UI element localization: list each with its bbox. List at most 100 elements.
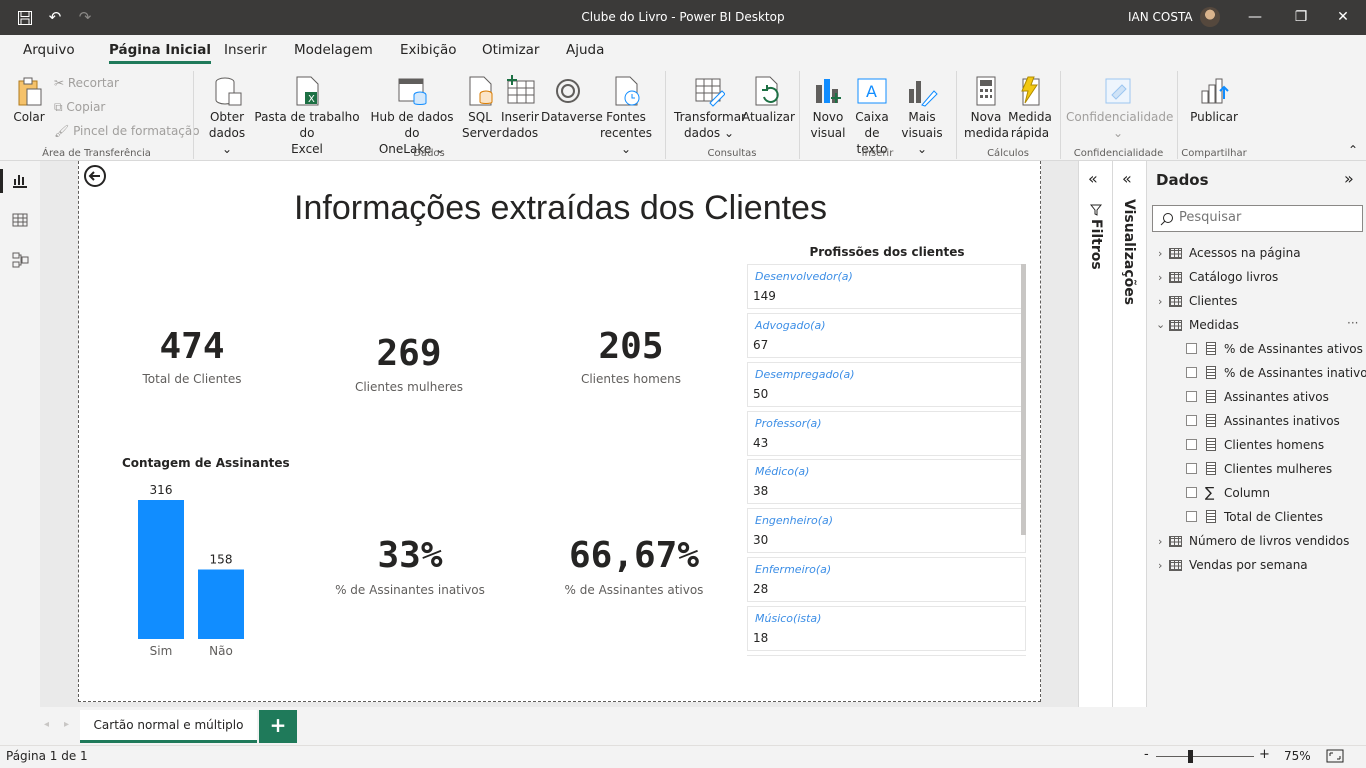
collapse-filters-icon[interactable]: «: [1088, 169, 1098, 188]
inserir-dados-button[interactable]: Inserir dados: [500, 75, 540, 141]
field-checkbox[interactable]: [1186, 367, 1197, 378]
chevron-right-icon[interactable]: ›: [1158, 559, 1162, 572]
atualizar-button[interactable]: Atualizar: [742, 75, 795, 125]
menu-otimizar[interactable]: Otimizar: [482, 42, 539, 58]
ribbon-divider: [665, 71, 666, 159]
menu-arquivo[interactable]: Arquivo: [23, 42, 75, 58]
user-name[interactable]: IAN COSTA: [1128, 10, 1193, 24]
professions-multirow-card[interactable]: Desenvolvedor(a) 149 Advogado(a) 67 Desemp…: [747, 264, 1029, 664]
menu-ajuda[interactable]: Ajuda: [566, 42, 604, 58]
title-bar: ↶ ↷ Clube do Livro - Power BI Desktop IA…: [0, 0, 1366, 35]
transformar-label-2: dados: [683, 126, 721, 140]
recortar-button[interactable]: ✂ Recortar: [54, 76, 119, 90]
chevron-right-icon[interactable]: ›: [1158, 295, 1162, 308]
colar-button[interactable]: Colar: [10, 75, 48, 125]
data-pane-title: Dados: [1156, 171, 1209, 189]
group-inserir: Inserir: [861, 148, 894, 159]
bar-não[interactable]: [198, 569, 244, 640]
tab-scroll-right-icon[interactable]: ▸: [64, 719, 69, 730]
novo-visual-button[interactable]: Novo visual: [810, 75, 846, 141]
minimize-icon[interactable]: —: [1232, 0, 1278, 35]
table-view-icon[interactable]: [10, 211, 30, 231]
more-visuals-icon: [906, 75, 938, 107]
profession-row: Enfermeiro(a) 28: [747, 557, 1026, 602]
copiar-button[interactable]: ⧉ Copiar: [54, 100, 105, 115]
field-table-medidas[interactable]: Medidas: [1189, 318, 1239, 332]
menu-modelagem[interactable]: Modelagem: [294, 42, 373, 58]
visualizations-pane[interactable]: « Visualizações: [1112, 161, 1146, 745]
add-page-button[interactable]: +: [259, 710, 297, 743]
field-table[interactable]: Acessos na página: [1189, 246, 1301, 260]
field-measure[interactable]: Clientes mulheres: [1224, 462, 1332, 476]
field-checkbox[interactable]: [1186, 343, 1197, 354]
confidencialidade-button[interactable]: Confidencialidade ⌄: [1066, 75, 1173, 141]
sql-label-2: Server: [462, 126, 502, 140]
collapse-visualizations-icon[interactable]: «: [1122, 169, 1132, 188]
fontes-recentes-button[interactable]: Fontes recentes ⌄: [598, 75, 654, 157]
field-checkbox[interactable]: [1186, 439, 1197, 450]
field-measure[interactable]: Clientes homens: [1224, 438, 1324, 452]
pasta-excel-button[interactable]: X Pasta de trabalho do Excel: [252, 75, 362, 157]
field-checkbox[interactable]: [1186, 487, 1197, 498]
back-arrow-icon[interactable]: [83, 164, 107, 192]
field-table[interactable]: Catálogo livros: [1189, 270, 1278, 284]
collapse-ribbon-icon[interactable]: ⌃: [1348, 143, 1358, 157]
ribbon: Colar ✂ Recortar ⧉ Copiar 🖌 Pincel de fo…: [0, 65, 1366, 161]
filters-pane[interactable]: « Filtros: [1078, 161, 1112, 707]
hub-onelake-button[interactable]: Hub de dados do OneLake ⌄: [364, 75, 460, 157]
field-checkbox[interactable]: [1186, 391, 1197, 402]
tab-scroll-left-icon[interactable]: ◂: [44, 719, 49, 730]
field-measure[interactable]: % de Assinantes inativos: [1224, 366, 1366, 380]
field-checkbox[interactable]: [1186, 511, 1197, 522]
sql-server-button[interactable]: SQL Server: [462, 75, 502, 141]
field-measure[interactable]: Total de Clientes: [1224, 510, 1323, 524]
bar-sim[interactable]: [138, 500, 184, 639]
field-column[interactable]: Column: [1224, 486, 1270, 500]
publicar-button[interactable]: Publicar: [1190, 75, 1238, 125]
avatar[interactable]: [1200, 7, 1220, 27]
zoom-in-button[interactable]: +: [1259, 747, 1270, 762]
chevron-right-icon[interactable]: ›: [1158, 271, 1162, 284]
caixa-texto-button[interactable]: A Caixa de texto: [848, 75, 896, 157]
professions-scrollbar[interactable]: [1021, 264, 1026, 535]
field-measure[interactable]: Assinantes inativos: [1224, 414, 1340, 428]
field-measure[interactable]: % de Assinantes ativos: [1224, 342, 1363, 356]
obter-dados-button[interactable]: Obter dados ⌄: [203, 75, 251, 157]
zoom-slider[interactable]: [1156, 756, 1254, 757]
chevron-right-icon[interactable]: ›: [1158, 535, 1162, 548]
search-box[interactable]: [1152, 205, 1363, 232]
field-table[interactable]: Número de livros vendidos: [1189, 534, 1349, 548]
restore-icon[interactable]: ❐: [1278, 0, 1324, 35]
more-options-icon[interactable]: ···: [1347, 316, 1358, 330]
chevron-down-icon[interactable]: ⌄: [1156, 318, 1165, 331]
medida-rapida-button[interactable]: Medida rápida: [1008, 75, 1052, 141]
model-view-icon[interactable]: [10, 251, 30, 271]
close-icon[interactable]: ✕: [1320, 0, 1366, 35]
fit-to-page-icon[interactable]: [1326, 749, 1344, 766]
refresh-icon: [750, 75, 782, 107]
chevron-right-icon[interactable]: ›: [1158, 247, 1162, 260]
menu-exibicao[interactable]: Exibição: [400, 42, 457, 58]
field-checkbox[interactable]: [1186, 463, 1197, 474]
report-view-icon[interactable]: [10, 171, 30, 191]
ribbon-divider: [1060, 71, 1061, 159]
expand-data-icon[interactable]: »: [1344, 169, 1354, 188]
field-table[interactable]: Clientes: [1189, 294, 1237, 308]
menu-pagina-inicial[interactable]: Página Inicial: [109, 42, 211, 64]
zoom-out-button[interactable]: -: [1144, 747, 1149, 762]
tab-cartao-normal-multiplo[interactable]: Cartão normal e múltiplo: [80, 710, 257, 743]
nova-medida-button[interactable]: Nova medida: [964, 75, 1009, 141]
pincel-button[interactable]: 🖌 Pincel de formatação: [54, 124, 200, 138]
transformar-dados-button[interactable]: Transformar dados ⌄: [674, 75, 746, 141]
report-title: Informações extraídas dos Clientes: [294, 189, 827, 227]
menu-inserir[interactable]: Inserir: [224, 42, 267, 58]
field-table[interactable]: Vendas por semana: [1189, 558, 1308, 572]
field-measure[interactable]: Assinantes ativos: [1224, 390, 1329, 404]
field-checkbox[interactable]: [1186, 415, 1197, 426]
search-input[interactable]: [1179, 210, 1354, 225]
dataverse-button[interactable]: Dataverse: [541, 75, 603, 125]
subscriber-bar-chart[interactable]: 316 Sim 158 Não: [129, 479, 259, 661]
mais-visuais-button[interactable]: Mais visuais ⌄: [896, 75, 948, 157]
zoom-slider-thumb[interactable]: [1188, 750, 1193, 763]
inserir-dados-label: Inserir: [501, 110, 539, 124]
